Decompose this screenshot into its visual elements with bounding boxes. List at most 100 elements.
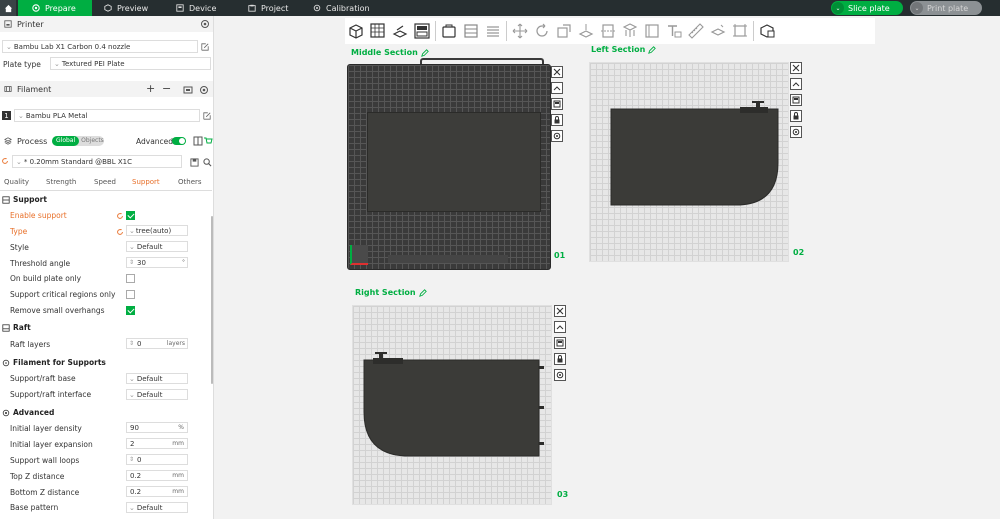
raft-base-select[interactable]: ⌄ Default: [126, 373, 188, 384]
color-paint-button[interactable]: [707, 20, 729, 42]
critical-regions-checkbox[interactable]: [126, 290, 135, 299]
add-plate-button[interactable]: [367, 20, 389, 42]
tab-support[interactable]: Support: [132, 178, 160, 186]
edit-plate-name-icon[interactable]: [648, 45, 657, 54]
plate-settings-button[interactable]: [551, 130, 563, 142]
print-plate-button[interactable]: ⌄ Print plate: [910, 1, 982, 15]
tab-others[interactable]: Others: [178, 178, 202, 186]
add-filament-button[interactable]: +: [146, 82, 155, 95]
sidebar-scrollbar[interactable]: [211, 216, 213, 384]
auto-orient-button[interactable]: [389, 20, 411, 42]
view-assembly-button[interactable]: [756, 20, 778, 42]
filament-slot-number[interactable]: 1: [2, 111, 11, 120]
arrange-plate-button[interactable]: [554, 337, 566, 349]
lay-on-face-button[interactable]: [575, 20, 597, 42]
plate-2-label[interactable]: Left Section: [591, 45, 657, 54]
arrange-plate-button[interactable]: [790, 94, 802, 106]
edit-plate-name-icon[interactable]: [420, 48, 429, 57]
delete-plate-button[interactable]: [551, 66, 563, 78]
delete-plate-button[interactable]: [554, 305, 566, 317]
edit-plate-name-icon[interactable]: [418, 288, 427, 297]
lock-plate-button[interactable]: [551, 114, 563, 126]
plate-3-label[interactable]: Right Section: [355, 288, 427, 297]
plate-settings-button[interactable]: [790, 126, 802, 138]
initial-expansion-input[interactable]: 2 mm: [126, 438, 188, 449]
move-button[interactable]: [509, 20, 531, 42]
plate-type-select[interactable]: ⌄ Textured PEI Plate: [50, 57, 211, 70]
compare-icon[interactable]: [193, 136, 203, 146]
left-section-part[interactable]: [610, 101, 780, 213]
arrange-button[interactable]: [411, 20, 433, 42]
plate-2-bed[interactable]: [589, 62, 789, 262]
support-type-select[interactable]: ⌄ tree(auto): [126, 225, 188, 236]
reset-type-icon[interactable]: [116, 228, 124, 236]
wall-loops-input[interactable]: ⇕ 0: [126, 454, 188, 465]
toggle-objects[interactable]: Objects: [79, 136, 106, 146]
right-section-part[interactable]: [363, 352, 545, 460]
remove-filament-button[interactable]: −: [162, 82, 171, 95]
split-objects-button[interactable]: [438, 20, 460, 42]
advanced-toggle[interactable]: [172, 137, 186, 145]
printer-select[interactable]: ⌄ Bambu Lab X1 Carbon 0.4 nozzle: [2, 40, 198, 53]
measure-button[interactable]: [685, 20, 707, 42]
scale-button[interactable]: [553, 20, 575, 42]
orient-plate-button[interactable]: [790, 78, 802, 90]
filament-settings-icon[interactable]: [199, 85, 209, 95]
assembly-button[interactable]: [729, 20, 751, 42]
initial-density-input[interactable]: 90 %: [126, 422, 188, 433]
top-z-input[interactable]: 0.2 mm: [126, 470, 188, 481]
plate-1-label[interactable]: Middle Section: [351, 48, 429, 57]
tab-prepare[interactable]: Prepare: [18, 0, 92, 16]
tab-quality[interactable]: Quality: [4, 178, 29, 186]
tab-speed[interactable]: Speed: [94, 178, 116, 186]
process-preset-select[interactable]: ⌄ * 0.20mm Standard @BBL X1C: [12, 155, 182, 168]
tab-strength[interactable]: Strength: [46, 178, 76, 186]
search-icon[interactable]: [203, 158, 212, 167]
middle-section-part[interactable]: [367, 112, 541, 212]
plate-settings-button[interactable]: [554, 369, 566, 381]
home-button[interactable]: [0, 0, 16, 16]
tab-device[interactable]: Device: [176, 0, 216, 16]
reset-enable-support-icon[interactable]: [116, 212, 124, 220]
print-dropdown-icon[interactable]: ⌄: [911, 2, 923, 14]
save-preset-icon[interactable]: [190, 158, 199, 167]
reset-preset-icon[interactable]: [1, 157, 9, 165]
edit-printer-icon[interactable]: [201, 43, 209, 51]
cut-button[interactable]: [597, 20, 619, 42]
cart-icon[interactable]: [203, 136, 213, 146]
tab-preview[interactable]: Preview: [104, 0, 148, 16]
seam-paint-button[interactable]: [641, 20, 663, 42]
orient-plate-button[interactable]: [551, 82, 563, 94]
tab-project[interactable]: Project: [248, 0, 288, 16]
enable-support-checkbox[interactable]: [126, 211, 135, 220]
threshold-angle-input[interactable]: ⇕ 30 °: [126, 257, 188, 268]
global-objects-toggle[interactable]: Global Objects: [52, 136, 104, 146]
plate-3-bed[interactable]: [352, 305, 552, 505]
bottom-z-input[interactable]: 0.2 mm: [126, 486, 188, 497]
split-parts-button[interactable]: [460, 20, 482, 42]
raft-interface-select[interactable]: ⌄ Default: [126, 389, 188, 400]
sync-filament-icon[interactable]: [183, 85, 193, 95]
layers-button[interactable]: [482, 20, 504, 42]
lock-plate-button[interactable]: [790, 110, 802, 122]
plate-1-bed[interactable]: [347, 64, 551, 270]
raft-layers-input[interactable]: ⇕ 0 layers: [126, 338, 188, 349]
slice-plate-button[interactable]: ⌄ Slice plate: [831, 1, 903, 15]
printer-settings-icon[interactable]: [200, 19, 210, 29]
support-paint-button[interactable]: [619, 20, 641, 42]
delete-plate-button[interactable]: [790, 62, 802, 74]
on-build-plate-checkbox[interactable]: [126, 274, 135, 283]
text-button[interactable]: [663, 20, 685, 42]
support-style-select[interactable]: ⌄ Default: [126, 241, 188, 252]
slice-dropdown-icon[interactable]: ⌄: [832, 2, 844, 14]
add-object-button[interactable]: [345, 20, 367, 42]
tab-calibration[interactable]: Calibration: [313, 0, 370, 16]
rotate-button[interactable]: [531, 20, 553, 42]
base-pattern-select[interactable]: ⌄ Default: [126, 502, 188, 513]
lock-plate-button[interactable]: [554, 353, 566, 365]
orient-plate-button[interactable]: [554, 321, 566, 333]
filament-select[interactable]: ⌄ Bambu PLA Metal: [14, 109, 200, 122]
remove-small-overhangs-checkbox[interactable]: [126, 306, 135, 315]
arrange-plate-button[interactable]: [551, 98, 563, 110]
toggle-global[interactable]: Global: [52, 136, 80, 146]
